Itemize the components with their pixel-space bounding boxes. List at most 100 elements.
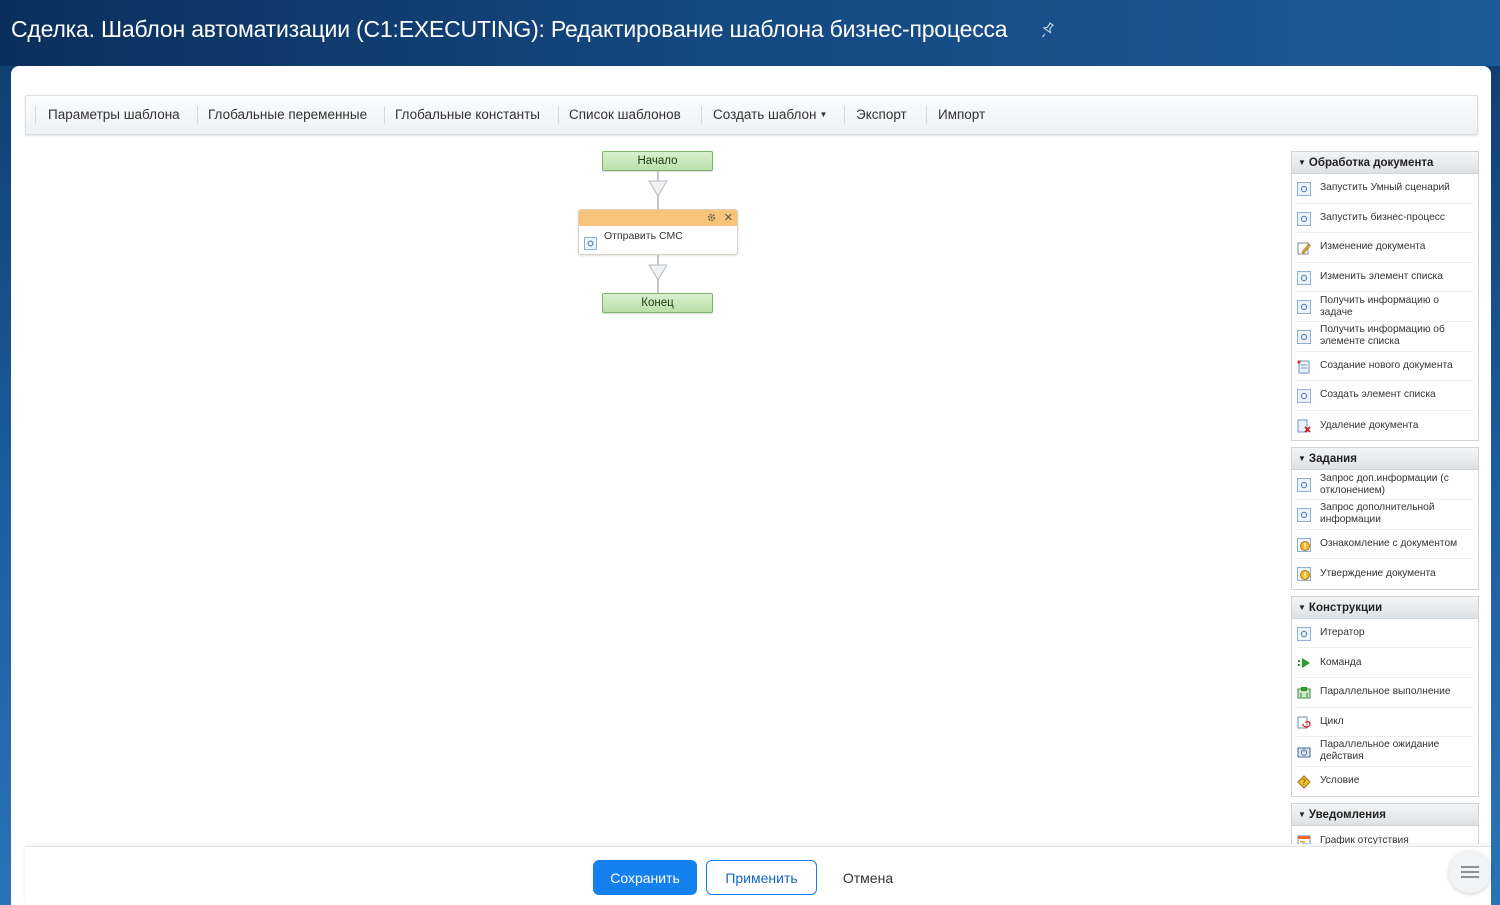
palette-group-title: Конструкции xyxy=(1308,601,1383,614)
review-icon xyxy=(1297,537,1311,552)
palette-item[interactable]: Команда xyxy=(1297,648,1473,678)
toolbar-global-constants[interactable]: Глобальные константы xyxy=(395,96,540,134)
activity-icon xyxy=(1297,389,1311,404)
palette-item-label: Создание нового документа xyxy=(1320,359,1453,371)
activity-label: Отправить СМС xyxy=(604,230,683,242)
collapse-triangle-icon: ▼ xyxy=(1298,454,1306,464)
palette-item-label: Параллельное ожидание действия xyxy=(1320,739,1440,763)
parallel-wait-icon xyxy=(1297,747,1311,758)
palette-item-label: Получить информацию о задаче xyxy=(1320,294,1439,318)
palette-item[interactable]: Параллельное ожидание действия xyxy=(1297,737,1473,767)
collapse-triangle-icon: ▼ xyxy=(1298,602,1306,612)
palette-item[interactable]: Создание нового документа xyxy=(1297,352,1473,382)
palette-item[interactable]: Запрос дополнительной информации xyxy=(1297,500,1473,530)
approval-icon xyxy=(1297,567,1311,582)
activity-icon xyxy=(1297,300,1311,315)
toolbar-import[interactable]: Импорт xyxy=(938,96,985,134)
caret-down-icon: ▼ xyxy=(819,110,828,119)
parallel-icon xyxy=(1297,686,1311,699)
palette-group: ▼ Обработка документа Запустить Умный сцен… xyxy=(1291,151,1479,442)
palette-group-header[interactable]: ▼ Обработка документа xyxy=(1292,152,1478,174)
menu-icon[interactable] xyxy=(1449,851,1491,893)
activity-icon xyxy=(1297,270,1311,285)
toolbar-create-template-label: Создать шаблон xyxy=(713,107,817,122)
palette-item-label: Удаление документа xyxy=(1320,419,1419,431)
template-toolbar: Параметры шаблона Глобальные переменные … xyxy=(25,95,1478,135)
toolbar-export[interactable]: Экспорт xyxy=(856,96,907,134)
editor-panel: Параметры шаблона Глобальные переменные … xyxy=(11,66,1491,905)
activity-icon xyxy=(1297,182,1311,196)
condition-icon: ? xyxy=(1297,774,1311,789)
palette-item-label: Утверждение документа xyxy=(1320,567,1436,579)
palette-group-header[interactable]: ▼ Уведомления xyxy=(1292,804,1478,827)
save-button[interactable]: Сохранить xyxy=(593,860,697,895)
toolbar-separator xyxy=(384,106,385,124)
palette-group-header[interactable]: ▼ Конструкции xyxy=(1292,596,1478,619)
palette-group-header[interactable]: ▼ Задания xyxy=(1292,448,1478,471)
toolbar-separator xyxy=(558,106,559,124)
palette-item[interactable]: Изменение документа xyxy=(1297,233,1473,263)
loop-icon xyxy=(1297,716,1311,728)
palette-item[interactable]: Цикл xyxy=(1297,708,1473,738)
activity-icon xyxy=(1297,478,1311,493)
activity-icon xyxy=(1297,626,1311,641)
close-icon[interactable]: ✕ xyxy=(724,211,733,225)
start-node[interactable]: Начало xyxy=(602,151,713,171)
palette-item-label: Получить информацию об элементе списка xyxy=(1320,324,1445,348)
palette-item-label: Запустить Умный сценарий xyxy=(1320,182,1450,194)
apply-button[interactable]: Применить xyxy=(706,860,817,895)
activity-header: ✕ xyxy=(579,210,737,226)
palette-item-label: Запрос дополнительной информации xyxy=(1320,502,1435,526)
palette-item-label: Изменение документа xyxy=(1320,241,1426,253)
palette-item-label: Запустить бизнес-процесс xyxy=(1320,211,1445,223)
palette-item-label: Итератор xyxy=(1320,627,1365,639)
footer-bar: Сохранить Применить Отмена xyxy=(25,846,1491,905)
palette-group-title: Задания xyxy=(1308,453,1357,466)
activity-icon xyxy=(584,237,597,250)
activity-palette: ▼ Обработка документа Запустить Умный сцен… xyxy=(1291,151,1479,844)
end-node[interactable]: Конец xyxy=(602,293,713,313)
palette-item[interactable]: Запустить Умный сценарий xyxy=(1297,174,1473,204)
toolbar-separator xyxy=(197,106,198,124)
toolbar-template-list[interactable]: Список шаблонов xyxy=(569,96,681,134)
toolbar-separator xyxy=(35,106,36,124)
palette-item[interactable]: Изменить элемент списка xyxy=(1297,263,1473,293)
palette-item[interactable]: ? Условие xyxy=(1297,767,1473,797)
palette-item[interactable]: Утверждение документа xyxy=(1297,559,1473,589)
activity-icon xyxy=(1297,507,1311,522)
gear-icon[interactable] xyxy=(706,212,717,223)
palette-item[interactable]: Удаление документа xyxy=(1297,411,1473,441)
palette-item[interactable]: Получить информацию о задаче xyxy=(1297,292,1473,322)
palette-item[interactable]: Создать элемент списка xyxy=(1297,381,1473,411)
flow-arrow-icon xyxy=(648,264,668,281)
palette-item[interactable]: График отсутствия xyxy=(1297,826,1473,844)
svg-text:?: ? xyxy=(1302,778,1306,787)
collapse-triangle-icon: ▼ xyxy=(1298,810,1306,820)
palette-group: ▼ Конструкции Итератор Команда Параллельное … xyxy=(1291,595,1479,798)
palette-item[interactable]: Ознакомление с документом xyxy=(1297,530,1473,560)
edit-document-icon xyxy=(1297,242,1311,255)
toolbar-global-variables[interactable]: Глобальные переменные xyxy=(208,96,367,134)
collapse-triangle-icon: ▼ xyxy=(1298,158,1306,167)
toolbar-create-template[interactable]: Создать шаблон ▼ xyxy=(713,96,827,134)
activity-icon xyxy=(1297,329,1311,344)
cancel-button[interactable]: Отмена xyxy=(833,860,903,895)
palette-item[interactable]: Запустить бизнес-процесс xyxy=(1297,204,1473,234)
palette-group: ▼ Задания Запрос доп.информации (с отклоне… xyxy=(1291,447,1479,590)
palette-item[interactable]: Запрос доп.информации (с отклонением) xyxy=(1297,470,1473,500)
toolbar-separator xyxy=(926,106,927,124)
palette-item[interactable]: Параллельное выполнение xyxy=(1297,678,1473,708)
palette-item-label: Команда xyxy=(1320,656,1362,668)
toolbar-separator xyxy=(844,106,845,124)
new-document-icon xyxy=(1297,359,1310,374)
toolbar-separator xyxy=(701,106,702,124)
activity-icon xyxy=(1297,211,1311,226)
pin-icon[interactable] xyxy=(1041,22,1055,38)
palette-item[interactable]: Получить информацию об элементе списка xyxy=(1297,322,1473,352)
toolbar-template-params[interactable]: Параметры шаблона xyxy=(48,96,180,134)
activity-send-sms[interactable]: ✕ Отправить СМС xyxy=(578,209,738,255)
command-icon xyxy=(1298,658,1310,669)
palette-item-label: Параллельное выполнение xyxy=(1320,686,1451,698)
palette-item[interactable]: Итератор xyxy=(1297,619,1473,649)
palette-item-label: График отсутствия xyxy=(1320,835,1409,844)
